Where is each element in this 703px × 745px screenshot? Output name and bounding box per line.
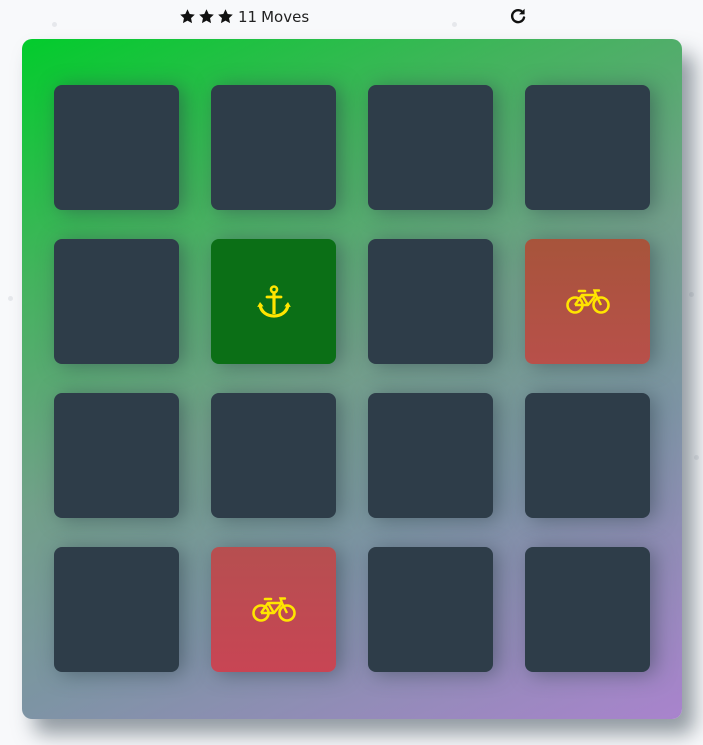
- card[interactable]: [525, 547, 650, 672]
- star-icon: [180, 9, 195, 24]
- moves-count: 11: [238, 8, 258, 26]
- bicycle-icon: [251, 596, 296, 622]
- card-open[interactable]: [211, 547, 336, 672]
- anchor-icon: [256, 284, 291, 318]
- card[interactable]: [368, 547, 493, 672]
- card[interactable]: [368, 85, 493, 210]
- bicycle-icon: [565, 288, 610, 314]
- refresh-icon: [511, 8, 526, 24]
- card[interactable]: [54, 239, 179, 364]
- move-counter: 11 Moves: [238, 8, 309, 26]
- card[interactable]: [211, 393, 336, 518]
- star-rating: [179, 8, 234, 25]
- card[interactable]: [54, 547, 179, 672]
- card[interactable]: [54, 85, 179, 210]
- card[interactable]: [368, 239, 493, 364]
- star-icon: [199, 9, 214, 24]
- score-panel: 11 Moves: [0, 0, 703, 36]
- card-matched: [211, 239, 336, 364]
- card[interactable]: [368, 393, 493, 518]
- card-open[interactable]: [525, 239, 650, 364]
- card-deck: [22, 39, 682, 719]
- card[interactable]: [525, 85, 650, 210]
- moves-label: Moves: [261, 8, 310, 26]
- card[interactable]: [211, 85, 336, 210]
- star-icon: [218, 9, 233, 24]
- restart-button[interactable]: [508, 7, 528, 27]
- card[interactable]: [54, 393, 179, 518]
- card[interactable]: [525, 393, 650, 518]
